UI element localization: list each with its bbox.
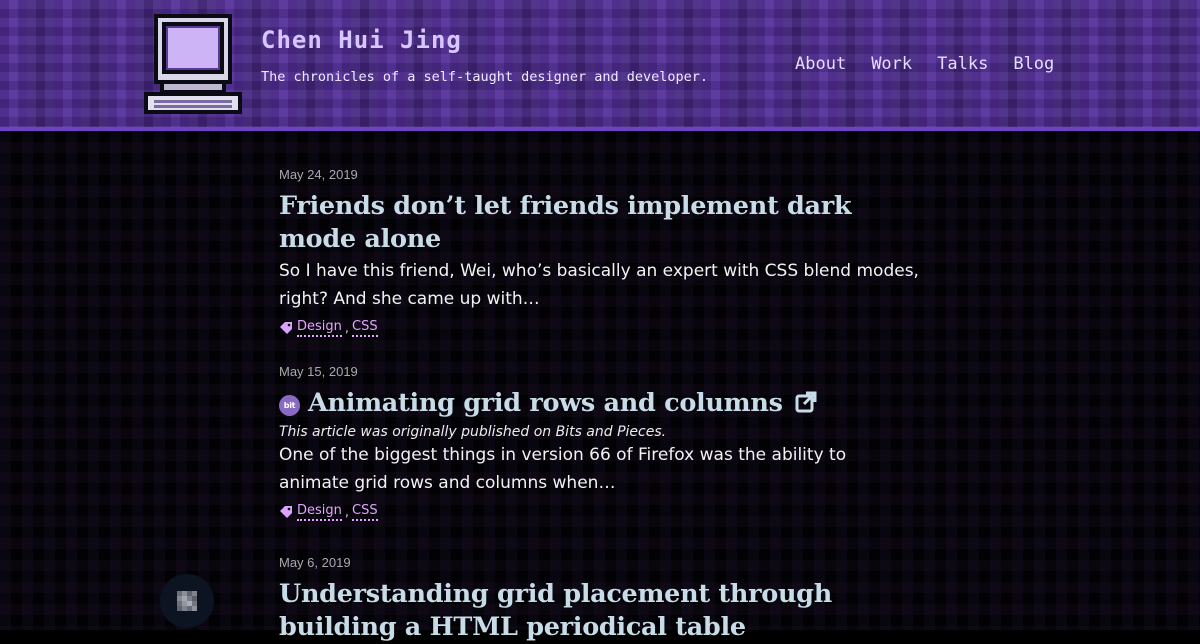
post-title-link[interactable]: Understanding grid placement through bui…: [279, 578, 919, 644]
tag-separator: ,: [344, 504, 350, 520]
nav-item-blog[interactable]: Blog: [1013, 54, 1054, 74]
post-list: May 24, 2019 Friends don’t let friends i…: [0, 131, 1200, 642]
post-title-text: Understanding grid placement through bui…: [279, 579, 832, 642]
main-nav: About Work Talks Blog: [795, 54, 1079, 74]
post-title-text: Friends don’t let friends implement dark…: [279, 191, 852, 254]
post-title-link[interactable]: bit Animating grid rows and columns: [279, 387, 919, 420]
post-excerpt: So I have this friend, Wei, who’s basica…: [279, 261, 919, 309]
nav-item-about[interactable]: About: [795, 54, 846, 74]
post-date: May 6, 2019: [279, 555, 351, 570]
site-header: Chen Hui Jing The chronicles of a self-t…: [0, 0, 1200, 131]
site-tagline: The chronicles of a self-taught designer…: [261, 69, 709, 85]
post-origin-note: This article was originally published on…: [279, 424, 667, 440]
tag-icon: [280, 322, 292, 334]
post-item: May 15, 2019 bit Animating grid rows and …: [279, 364, 919, 521]
nav-item-work[interactable]: Work: [871, 54, 912, 74]
tag-icon: [280, 506, 292, 518]
pixel-avatar-icon: [177, 591, 197, 611]
tag-link-css[interactable]: CSS: [352, 319, 378, 337]
site-title[interactable]: Chen Hui Jing: [261, 26, 462, 54]
tag-separator: ,: [344, 320, 350, 336]
nav-item-talks[interactable]: Talks: [937, 54, 988, 74]
post-title-link[interactable]: Friends don’t let friends implement dark…: [279, 190, 919, 256]
post-title-text: Animating grid rows and columns: [308, 388, 783, 418]
tag-link-css[interactable]: CSS: [352, 503, 378, 521]
post-tags: Design , CSS: [279, 319, 919, 337]
bits-and-pieces-badge: bit: [279, 395, 300, 416]
post-item: May 6, 2019 Understanding grid placement…: [279, 555, 919, 644]
retro-computer-icon: [144, 14, 242, 114]
post-item: May 24, 2019 Friends don’t let friends i…: [279, 167, 919, 337]
post-date: May 15, 2019: [279, 364, 358, 379]
tag-link-design[interactable]: Design: [297, 319, 342, 337]
post-excerpt: One of the biggest things in version 66 …: [279, 445, 847, 493]
tag-link-design[interactable]: Design: [297, 503, 342, 521]
floating-avatar-button[interactable]: [160, 574, 214, 628]
external-link-icon: [795, 391, 817, 413]
post-tags: Design , CSS: [279, 503, 919, 521]
post-date: May 24, 2019: [279, 167, 358, 182]
